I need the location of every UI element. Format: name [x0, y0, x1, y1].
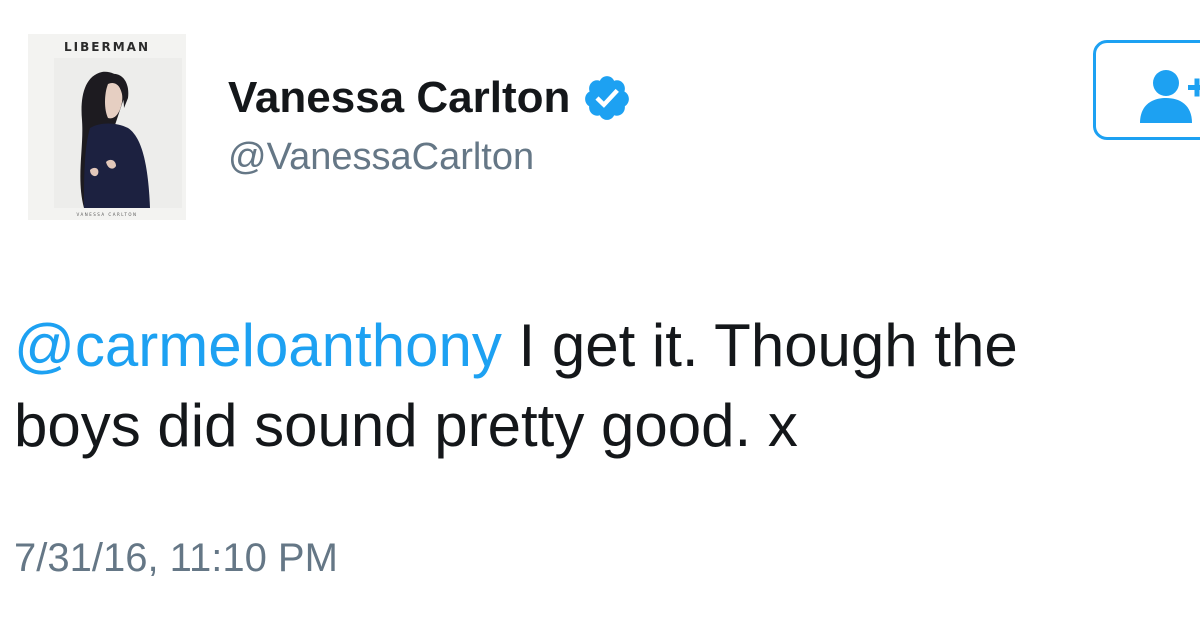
user-handle[interactable]: @VanessaCarlton [228, 134, 534, 180]
avatar-album-caption: VANESSA CARLTON [76, 212, 138, 217]
add-user-icon [1140, 70, 1200, 123]
display-name-row: Vanessa Carlton [228, 72, 632, 124]
tweet-text-line-1: I get it. Though the [501, 312, 1018, 379]
verified-badge-icon [585, 76, 630, 120]
tweet-text: @carmeloanthony I get it. Though the boy… [14, 306, 1200, 466]
tweet-text-line-2: boys did sound pretty good. x [14, 392, 798, 459]
portrait-image [54, 58, 182, 208]
display-name[interactable]: Vanessa Carlton [228, 72, 570, 124]
tweet-timestamp[interactable]: 7/31/16, 11:10 PM [14, 534, 338, 582]
avatar-photo [54, 58, 182, 208]
avatar-album-title: LIBERMAN [64, 40, 150, 54]
tweet-line-1: @carmeloanthony I get it. Though the [14, 306, 1200, 386]
mention-link[interactable]: @carmeloanthony [14, 312, 502, 379]
follow-button[interactable] [1093, 40, 1200, 140]
avatar[interactable]: LIBERMAN VANESSA CARLTON [28, 34, 186, 220]
